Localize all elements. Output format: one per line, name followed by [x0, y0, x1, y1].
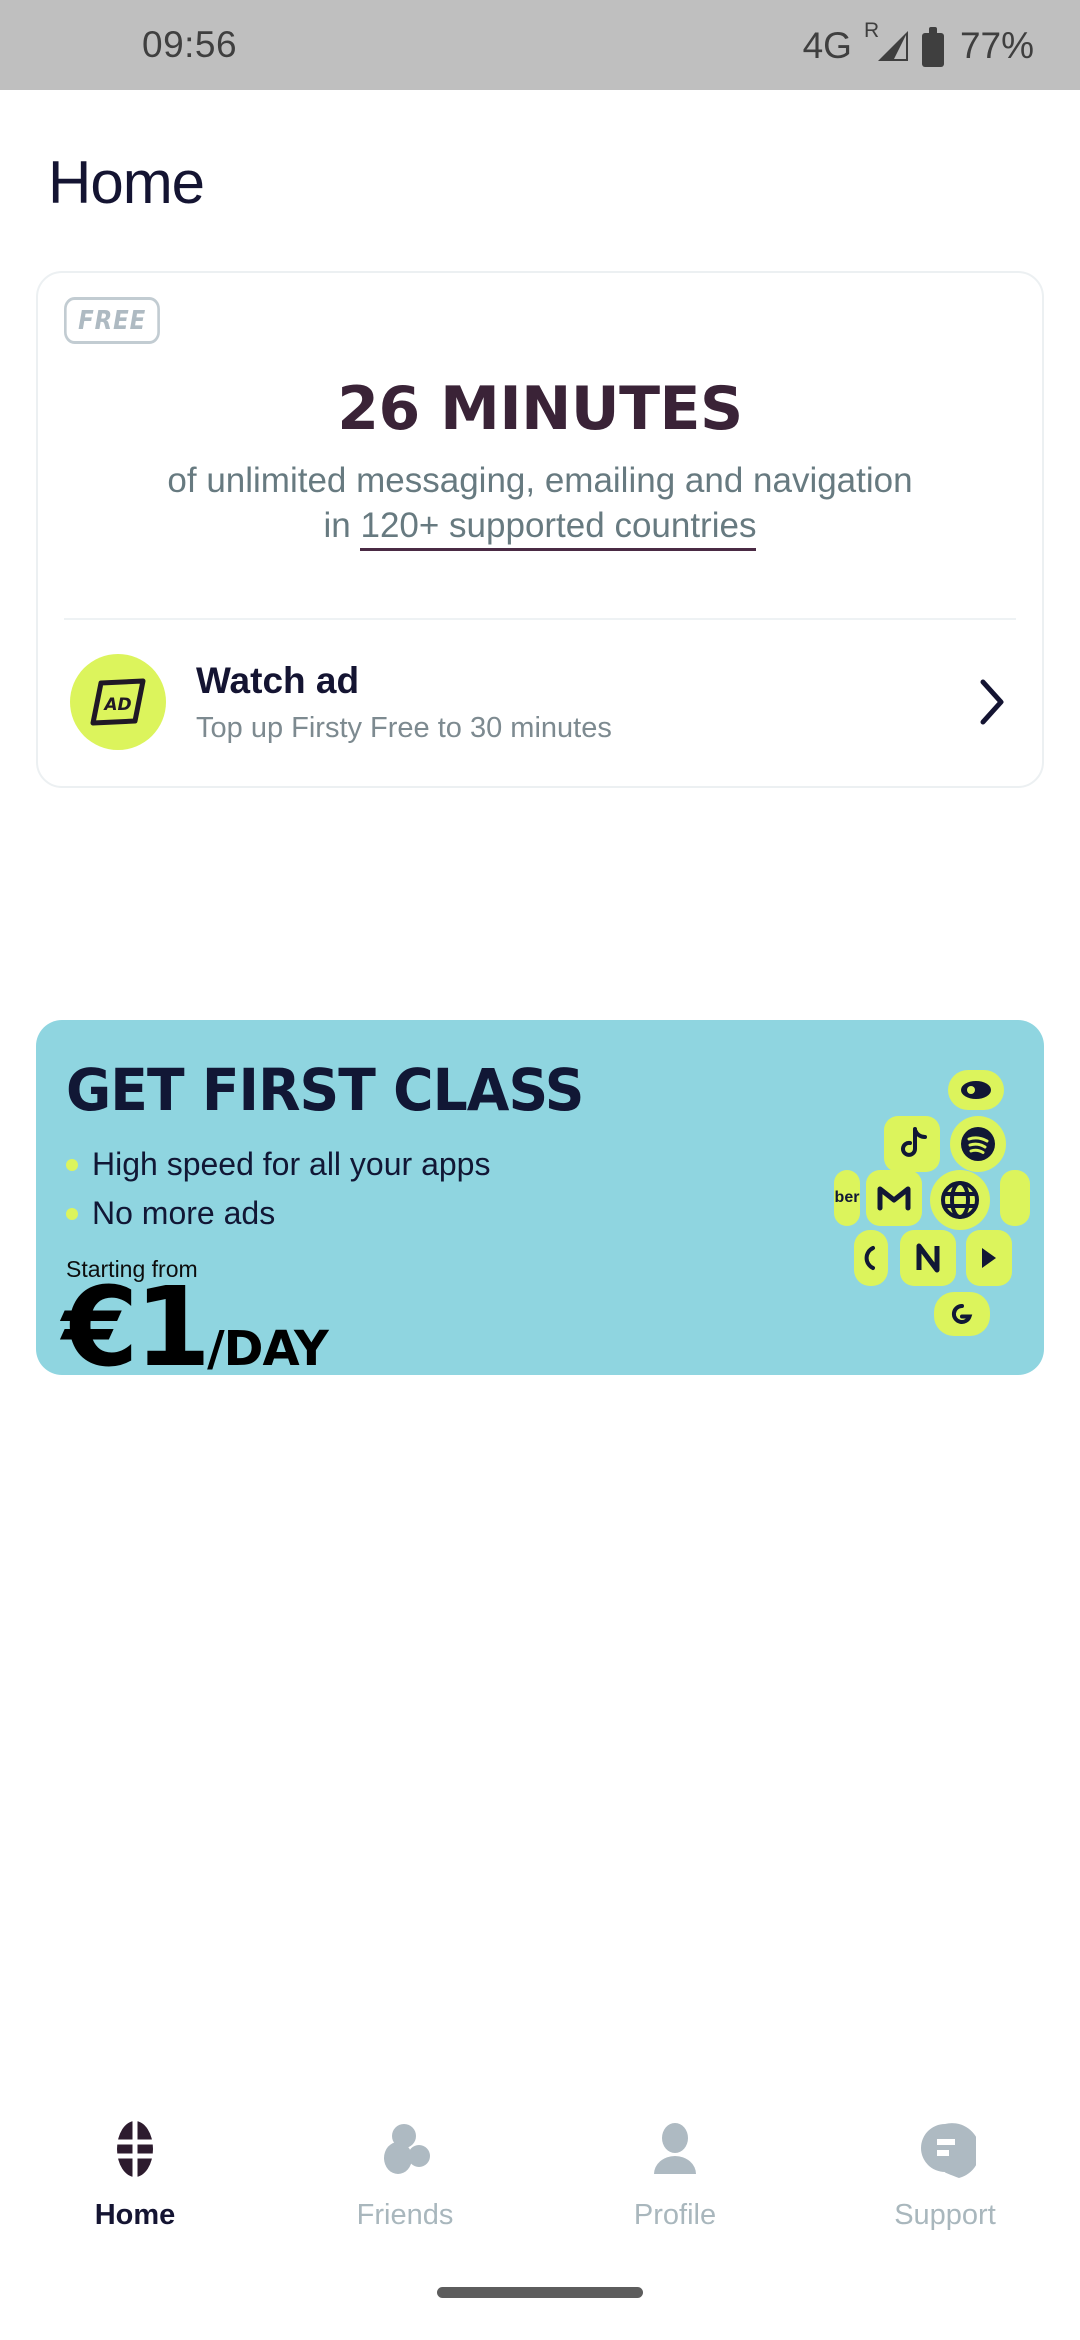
nav-item-profile[interactable]: Profile: [540, 2100, 810, 2250]
app-icons-cluster: ber: [834, 1070, 1038, 1360]
globe-icon: [930, 1170, 990, 1230]
promo-price-amount: €1: [62, 1263, 211, 1375]
promo-price: €1 /DAY: [62, 1263, 329, 1375]
tiktok-icon: [884, 1116, 940, 1172]
network-type-label: 4G: [802, 25, 852, 66]
chevron-right-icon[interactable]: [972, 678, 1012, 726]
nav-label-profile: Profile: [633, 2199, 717, 2231]
messenger-icon: ber: [834, 1170, 860, 1226]
nav-label-friends: Friends: [356, 2199, 454, 2231]
chat-bubble-icon: [914, 2118, 980, 2185]
netflix-icon: [900, 1230, 956, 1286]
play-icon: [966, 1230, 1012, 1286]
page-title: Home: [48, 149, 205, 216]
globe-icon: [104, 2118, 166, 2185]
spotify-icon: [950, 1116, 1006, 1172]
video-icon: [948, 1070, 1004, 1110]
watch-ad-subtitle: Top up Firsty Free to 30 minutes: [196, 711, 612, 744]
battery-icon: [921, 27, 944, 67]
minutes-headline: 26 MINUTES: [337, 374, 743, 444]
watch-ad-text: Watch ad Top up Firsty Free to 30 minute…: [196, 660, 942, 745]
home-indicator: [437, 2287, 643, 2298]
promo-bullet: No more ads: [66, 1195, 490, 1232]
free-plan-card: FREE 26 MINUTES of unlimited messaging, …: [36, 271, 1044, 788]
people-icon: [374, 2118, 436, 2185]
google-icon: [934, 1292, 990, 1336]
supported-countries-link[interactable]: 120+ supported countries: [360, 506, 757, 551]
whatsapp-icon: [854, 1230, 888, 1286]
promo-title: GET FIRST CLASS: [66, 1056, 584, 1124]
status-bar-time: 09:56: [142, 24, 238, 65]
minutes-description-prefix: in: [323, 506, 361, 545]
promo-bullet: High speed for all your apps: [66, 1146, 490, 1183]
status-bar: 09:56 4G R 77%: [0, 0, 1080, 90]
status-bar-indicators: 4G R 77%: [802, 19, 1034, 67]
free-badge: FREE: [64, 297, 161, 344]
nav-label-home: Home: [94, 2199, 176, 2231]
snapchat-icon: [1000, 1170, 1030, 1226]
badge-row: FREE: [38, 273, 1042, 344]
person-icon: [644, 2118, 706, 2185]
signal-roaming-icon: R: [864, 19, 910, 67]
nav-label-support: Support: [894, 2199, 996, 2231]
nav-item-support[interactable]: Support: [810, 2100, 1080, 2250]
watch-ad-title: Watch ad: [196, 659, 360, 701]
nav-item-home[interactable]: Home: [0, 2100, 270, 2250]
promo-bullet-label: High speed for all your apps: [92, 1146, 491, 1182]
gmail-icon: [866, 1170, 922, 1226]
bullet-dot-icon: [66, 1207, 78, 1220]
svg-text:AD: AD: [102, 695, 131, 715]
minutes-description-line1: of unlimited messaging, emailing and nav…: [167, 461, 913, 500]
promo-bullets: High speed for all your apps No more ads: [66, 1146, 490, 1244]
first-class-promo-banner[interactable]: GET FIRST CLASS High speed for all your …: [36, 1020, 1044, 1375]
nav-item-friends[interactable]: Friends: [270, 2100, 540, 2250]
minutes-description: of unlimited messaging, emailing and nav…: [78, 458, 1002, 551]
promo-price-period: /DAY: [207, 1321, 329, 1375]
watch-ad-row[interactable]: AD Watch ad Top up Firsty Free to 30 min…: [38, 620, 1042, 786]
minutes-block: 26 MINUTES of unlimited messaging, email…: [38, 344, 1042, 551]
battery-percent-label: 77%: [959, 25, 1034, 66]
card-spacer: [38, 548, 1042, 618]
bottom-navigation: Home Friends Profile Support: [0, 2100, 1080, 2250]
ad-icon: AD: [70, 654, 166, 750]
promo-bullet-label: No more ads: [92, 1195, 276, 1231]
bullet-dot-icon: [66, 1158, 78, 1171]
